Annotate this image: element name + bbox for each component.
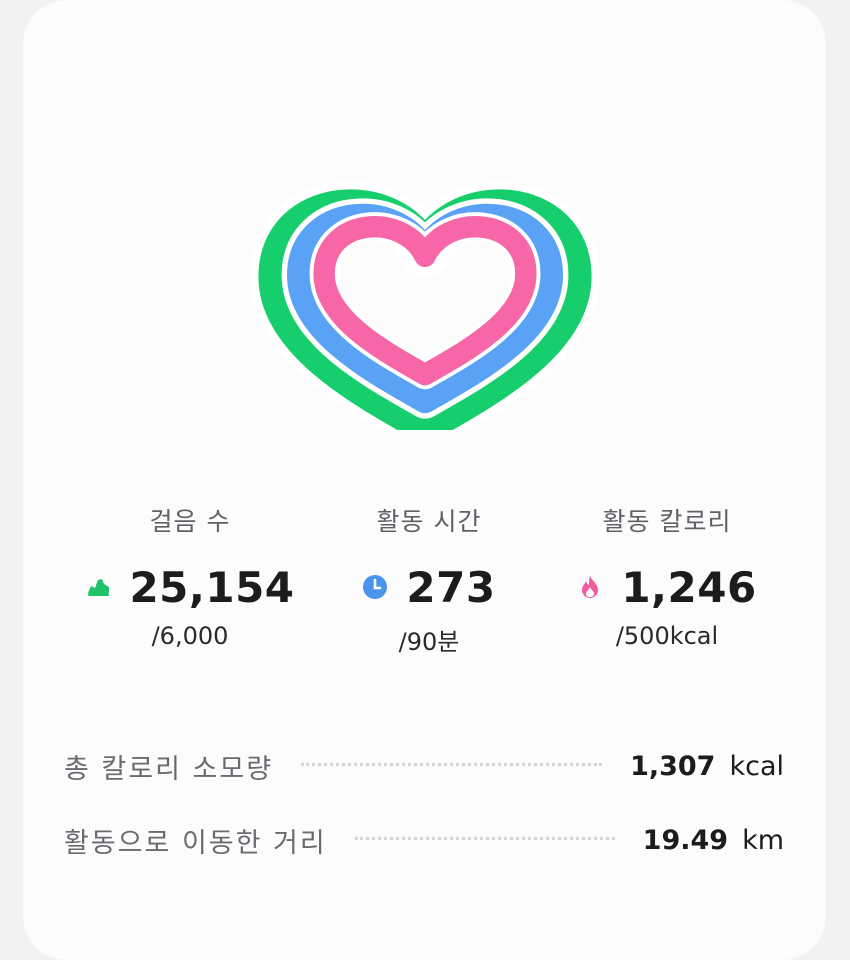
active-calories-label: 활동 칼로리 — [602, 507, 732, 536]
dotted-leader — [354, 836, 615, 840]
shoe-icon — [85, 574, 111, 600]
steps-label: 걸음 수 — [149, 507, 231, 536]
total-calories-value: 1,307 — [630, 750, 716, 782]
active-calories-goal: /500kcal — [615, 622, 719, 650]
flame-icon — [577, 574, 603, 600]
distance-unit: km — [742, 824, 784, 856]
metric-steps[interactable]: 걸음 수 25,154 /6,000 — [75, 500, 305, 650]
total-calories-unit: kcal — [729, 750, 784, 782]
distance-label: 활동으로 이동한 거리 — [64, 827, 327, 859]
summary-row-total-calories[interactable]: 총 칼로리 소모량 1,307 kcal — [64, 746, 784, 786]
active-time-goal: /90분 — [398, 628, 460, 656]
distance-value: 19.49 — [642, 824, 729, 856]
metric-active-time[interactable]: 활동 시간 273 /90분 — [314, 500, 544, 657]
active-time-label: 활동 시간 — [376, 507, 482, 536]
clock-icon — [362, 574, 388, 600]
steps-goal: /6,000 — [151, 622, 229, 650]
dotted-leader — [301, 762, 603, 766]
total-calories-label: 총 칼로리 소모량 — [64, 753, 274, 785]
active-calories-value: 1,246 — [621, 562, 757, 612]
active-time-value: 273 — [406, 562, 496, 612]
steps-value: 25,154 — [129, 562, 295, 612]
activity-heart-rings[interactable] — [0, 0, 850, 430]
summary-row-distance[interactable]: 활동으로 이동한 거리 19.49 km — [64, 820, 784, 860]
metric-active-calories[interactable]: 활동 칼로리 1,246 /500kcal — [552, 500, 782, 650]
